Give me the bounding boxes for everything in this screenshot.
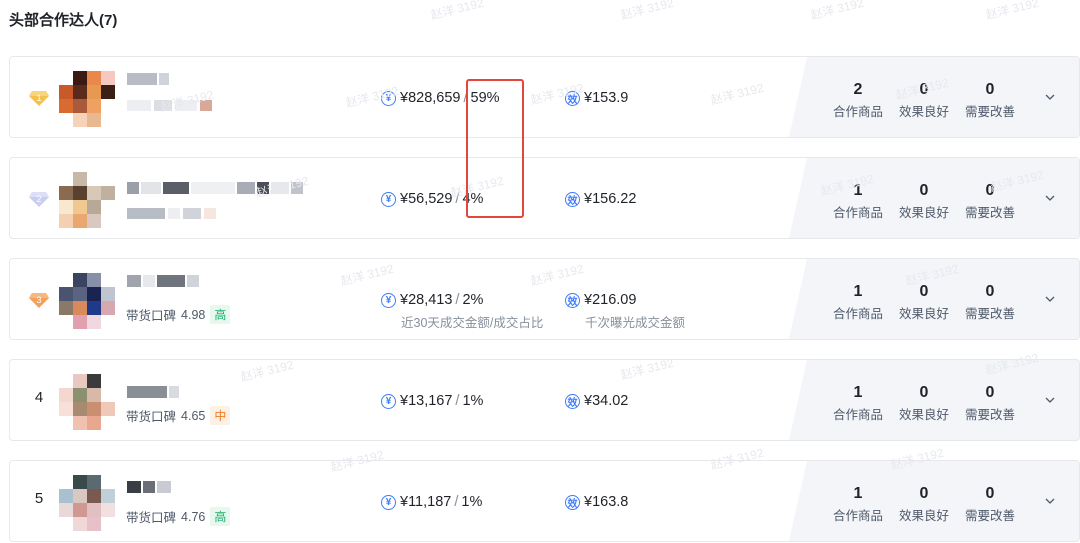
reputation-score: 4.98	[181, 307, 206, 322]
creator-name-redacted	[127, 182, 303, 194]
creator-card-5[interactable]: 5 带货口碑 4.76 高 ¥ ¥11,187 / 1% 效 ¥163.8 1 …	[9, 460, 1080, 542]
creator-name-redacted	[127, 481, 171, 493]
per-thousand-value: ¥153.9	[584, 90, 629, 106]
watermark: 赵洋 3192	[619, 0, 676, 23]
gmv-share: 2%	[462, 292, 484, 308]
creator-card-2[interactable]: 2 ¥ ¥56,529 / 4% 效 ¥156.22 1 合作商品 0 效果良好…	[9, 157, 1080, 239]
yen-coin-icon: ¥	[381, 292, 396, 308]
reputation-score: 4.76	[181, 509, 206, 524]
svg-text:3: 3	[36, 295, 41, 305]
gold-diamond-rank-icon: 1	[29, 91, 49, 106]
efficiency-coin-icon: 效	[565, 494, 580, 510]
stat-products: 1 合作商品	[832, 182, 883, 220]
per-thousand-metric: 效 ¥156.22	[565, 191, 636, 207]
stat-improve: 0 需要改善	[964, 81, 1015, 119]
creator-name-redacted	[127, 73, 169, 85]
per-thousand-value: ¥156.22	[584, 191, 637, 207]
per-thousand-note: 千次曝光成交金额	[585, 316, 686, 330]
chevron-down-icon[interactable]	[1045, 496, 1055, 506]
stat-good: 0 效果良好	[898, 384, 949, 422]
reputation: 带货口碑 4.65 中	[126, 406, 231, 425]
avatar[interactable]	[59, 172, 115, 228]
gmv-metric: ¥ ¥13,167 / 1%	[381, 393, 483, 409]
watermark: 赵洋 3192	[429, 0, 486, 23]
stat-improve: 0 需要改善	[964, 283, 1015, 321]
gmv-share: 1%	[462, 393, 484, 409]
avatar[interactable]	[59, 273, 115, 329]
svg-text:1: 1	[36, 93, 41, 103]
stat-improve: 0 需要改善	[964, 182, 1015, 220]
avatar[interactable]	[59, 71, 115, 127]
reputation: 带货口碑 4.98 高	[126, 305, 231, 324]
reputation-label: 带货口碑	[126, 410, 177, 424]
chevron-down-icon[interactable]	[1045, 294, 1055, 304]
stat-good: 0 效果良好	[898, 81, 949, 119]
stat-improve: 0 需要改善	[964, 384, 1015, 422]
gmv-value: ¥828,659	[400, 90, 461, 106]
yen-coin-icon: ¥	[381, 494, 396, 510]
efficiency-coin-icon: 效	[565, 292, 580, 308]
stat-products: 1 合作商品	[832, 384, 883, 422]
reputation-score: 4.65	[181, 408, 206, 423]
per-thousand-value: ¥34.02	[584, 393, 629, 409]
avatar[interactable]	[59, 374, 115, 430]
chevron-down-icon[interactable]	[1045, 395, 1055, 405]
yen-coin-icon: ¥	[381, 90, 396, 106]
stat-products: 1 合作商品	[832, 485, 883, 523]
stat-products: 1 合作商品	[832, 283, 883, 321]
stat-improve: 0 需要改善	[964, 485, 1015, 523]
stat-good: 0 效果良好	[898, 485, 949, 523]
gmv-share: 1%	[461, 494, 483, 510]
creator-name-redacted	[127, 386, 179, 398]
yen-coin-icon: ¥	[381, 191, 396, 207]
efficiency-coin-icon: 效	[565, 191, 580, 207]
efficiency-coin-icon: 效	[565, 90, 580, 106]
creator-card-4[interactable]: 4 带货口碑 4.65 中 ¥ ¥13,167 / 1% 效 ¥34.02 1 …	[9, 359, 1080, 441]
per-thousand-value: ¥216.09	[584, 292, 637, 308]
stat-good: 0 效果良好	[898, 283, 949, 321]
yen-coin-icon: ¥	[381, 393, 396, 409]
reputation-label: 带货口碑	[126, 511, 177, 525]
rank-number: 4	[34, 389, 44, 406]
reputation-level-badge: 高	[210, 507, 231, 526]
gmv-metric: ¥ ¥11,187 / 1%	[381, 494, 482, 510]
efficiency-coin-icon: 效	[565, 393, 580, 409]
per-thousand-metric: 效 ¥216.09	[565, 292, 636, 308]
bronze-diamond-rank-icon: 3	[29, 293, 49, 308]
reputation: 带货口碑 4.76 高	[126, 507, 231, 526]
creator-card-3[interactable]: 3 带货口碑 4.98 高 ¥ ¥28,413 / 2% 近30天成交金额/成交…	[9, 258, 1080, 340]
reputation-label: 带货口碑	[126, 309, 177, 323]
reputation-level-badge: 高	[210, 305, 231, 324]
svg-text:2: 2	[36, 194, 41, 204]
gmv-value: ¥11,187	[400, 494, 452, 510]
creator-info-redacted	[127, 100, 212, 112]
per-thousand-metric: 效 ¥153.9	[565, 90, 628, 106]
chevron-down-icon[interactable]	[1045, 92, 1055, 102]
section-title: 头部合作达人(7)	[9, 12, 118, 29]
gmv-note: 近30天成交金额/成交占比	[401, 316, 544, 330]
highlight-annotation-box	[466, 79, 524, 218]
per-thousand-metric: 效 ¥34.02	[565, 393, 628, 409]
stat-products: 2 合作商品	[832, 81, 883, 119]
gmv-value: ¥28,413	[400, 292, 453, 308]
gmv-value: ¥56,529	[400, 191, 453, 207]
creator-card-1[interactable]: 1 ¥ ¥828,659 / 59% 效 ¥153.9 2 合作商品 0 效果良…	[9, 56, 1080, 138]
silver-diamond-rank-icon: 2	[29, 192, 49, 207]
avatar[interactable]	[59, 475, 115, 531]
per-thousand-value: ¥163.8	[584, 494, 629, 510]
reputation-level-badge: 中	[210, 406, 231, 425]
gmv-value: ¥13,167	[400, 393, 453, 409]
creator-info-redacted	[127, 208, 216, 220]
watermark: 赵洋 3192	[809, 0, 866, 23]
rank-number: 5	[34, 490, 44, 507]
stat-good: 0 效果良好	[898, 182, 949, 220]
per-thousand-metric: 效 ¥163.8	[565, 494, 628, 510]
chevron-down-icon[interactable]	[1045, 193, 1055, 203]
creator-name-redacted	[127, 275, 199, 287]
gmv-metric: ¥ ¥28,413 / 2%	[381, 292, 483, 308]
watermark: 赵洋 3192	[984, 0, 1041, 23]
